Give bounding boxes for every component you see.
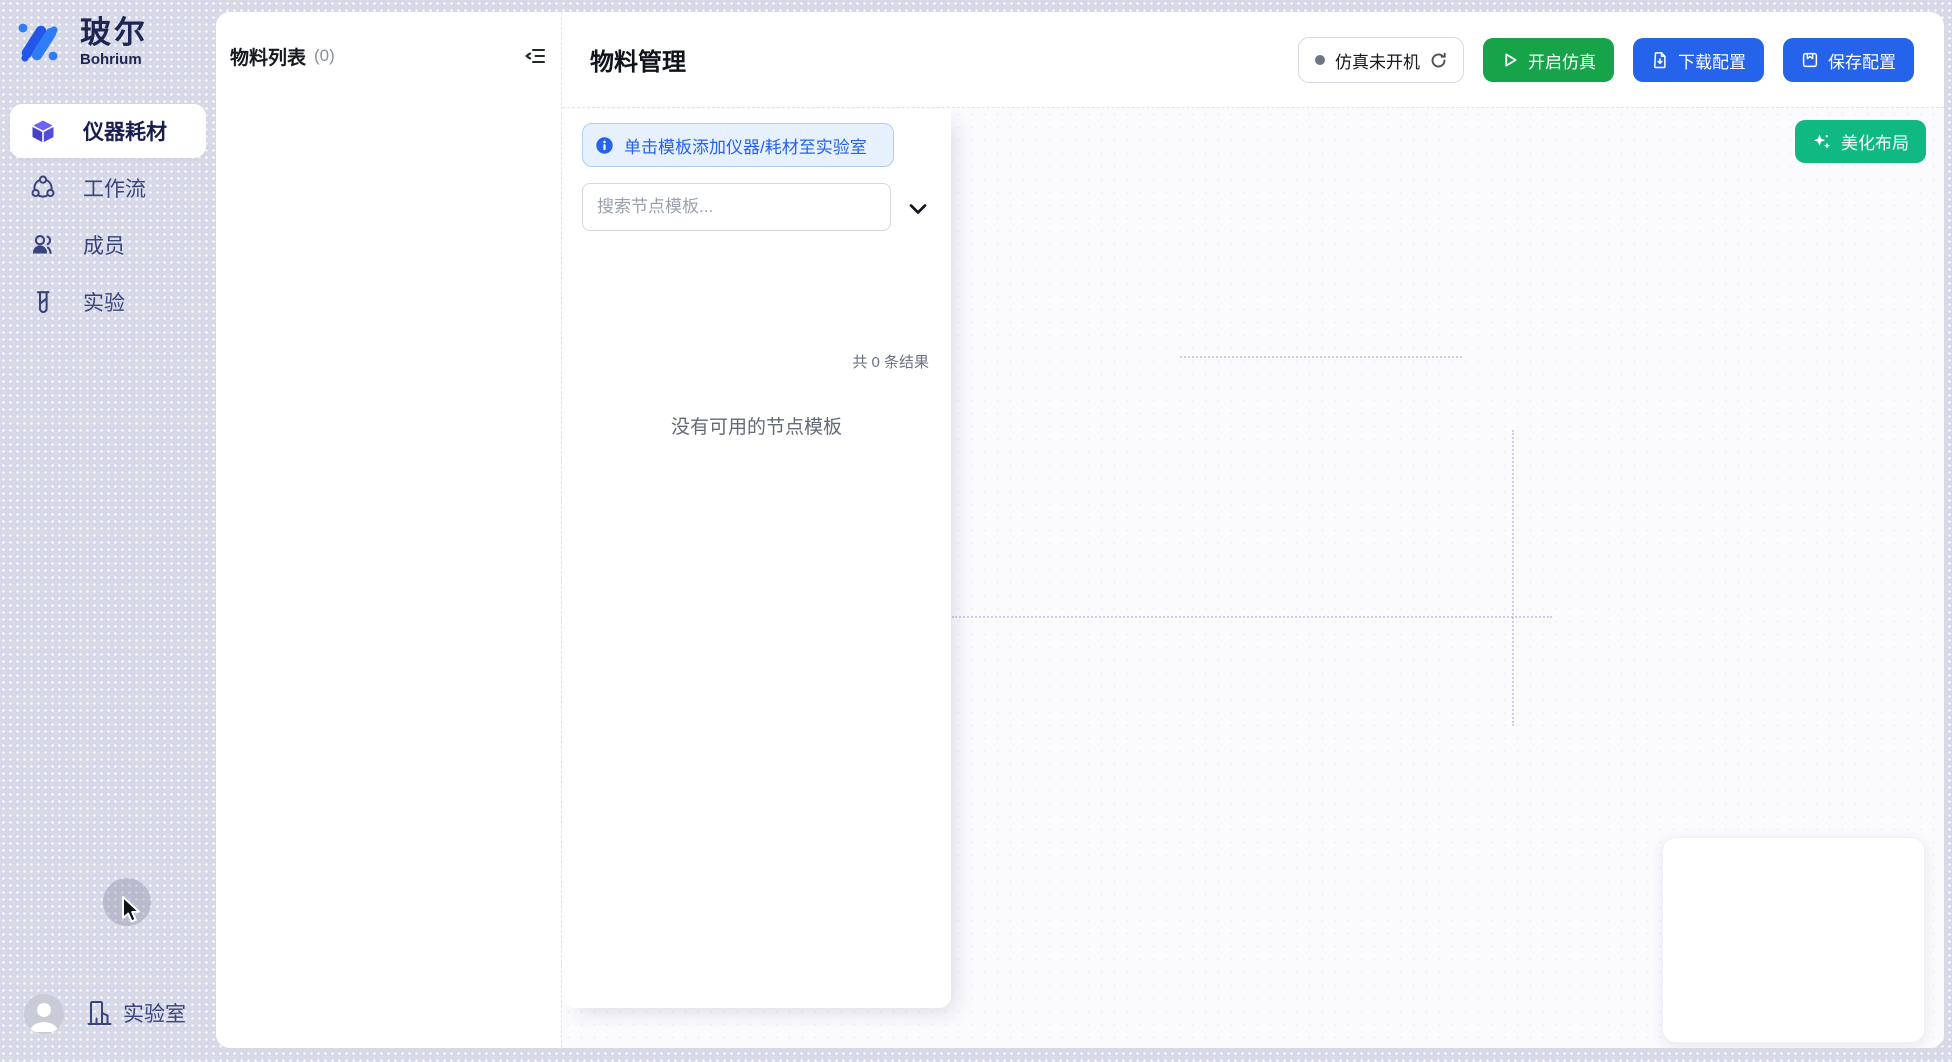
lab-label: 实验室 xyxy=(123,998,186,1028)
hint-text: 单击模板添加仪器/耗材至实验室 xyxy=(624,133,867,158)
sidebar-item-members[interactable]: 成员 xyxy=(10,221,206,269)
users-icon xyxy=(30,232,56,258)
chevron-down-icon[interactable] xyxy=(907,199,931,219)
hint-banner: 单击模板添加仪器/耗材至实验室 xyxy=(582,123,894,167)
mouse-cursor xyxy=(119,895,145,925)
sidebar-item-label: 成员 xyxy=(83,230,125,260)
canvas-minimap[interactable] xyxy=(1662,837,1925,1043)
simulation-status-text: 仿真未开机 xyxy=(1335,48,1420,73)
lab-link[interactable]: 实验室 xyxy=(86,998,186,1028)
empty-templates-text: 没有可用的节点模板 xyxy=(562,412,951,439)
canvas-guide-line xyxy=(1512,430,1514,726)
info-icon xyxy=(595,136,614,155)
template-drawer: 单击模板添加仪器/耗材至实验室 共 0 条结果 没有可用的节点模板 xyxy=(562,109,951,1008)
sidebar-item-experiments[interactable]: 实验 xyxy=(10,278,206,326)
content-sheet: 物料列表 (0) 物料管理 仿真未开机 xyxy=(216,12,1944,1048)
app-window: 玻尔 Bohrium 仪器耗材 xyxy=(0,0,1952,1062)
page-title: 物料管理 xyxy=(590,42,686,77)
sparkles-icon xyxy=(1812,132,1832,152)
save-config-button[interactable]: 保存配置 xyxy=(1783,38,1914,82)
sidebar-item-workflow[interactable]: 工作流 xyxy=(10,164,206,212)
workflow-icon xyxy=(30,175,56,201)
collapse-panel-button[interactable] xyxy=(523,44,547,68)
search-template-input[interactable] xyxy=(582,183,891,231)
bohrium-logo-icon xyxy=(14,18,62,66)
flow-canvas[interactable]: 单击模板添加仪器/耗材至实验室 共 0 条结果 没有可用的节点模板 xyxy=(562,108,1944,1048)
materials-list-count: (0) xyxy=(314,46,335,66)
start-simulation-button[interactable]: 开启仿真 xyxy=(1483,38,1614,82)
simulation-status-pill[interactable]: 仿真未开机 xyxy=(1298,37,1464,83)
refresh-icon[interactable] xyxy=(1430,52,1447,69)
beautify-layout-button[interactable]: 美化布局 xyxy=(1795,120,1926,163)
status-dot-icon xyxy=(1315,55,1325,65)
canvas-guide-line xyxy=(952,616,1552,618)
play-icon xyxy=(1501,51,1519,69)
materials-list-title: 物料列表 xyxy=(230,43,306,70)
file-download-icon xyxy=(1651,51,1669,69)
sidebar-item-label: 工作流 xyxy=(83,173,146,203)
main-header: 物料管理 仿真未开机 xyxy=(562,12,1944,108)
user-avatar[interactable] xyxy=(24,994,64,1034)
materials-list-panel: 物料列表 (0) xyxy=(216,12,562,1048)
brand-name-zh: 玻尔 xyxy=(80,16,148,50)
save-icon xyxy=(1801,51,1819,69)
sidebar: 玻尔 Bohrium 仪器耗材 xyxy=(0,0,216,1062)
sidebar-item-label: 仪器耗材 xyxy=(83,116,167,146)
brand-name-en: Bohrium xyxy=(80,51,148,68)
brand-logo: 玻尔 Bohrium xyxy=(14,16,148,68)
test-tube-icon xyxy=(30,289,56,315)
canvas-guide-line xyxy=(1180,356,1462,358)
building-icon xyxy=(86,998,113,1028)
sidebar-item-label: 实验 xyxy=(83,287,125,317)
main-area: 物料管理 仿真未开机 xyxy=(562,12,1944,1048)
results-count: 共 0 条结果 xyxy=(852,351,929,372)
cube-icon xyxy=(30,118,56,144)
sidebar-item-instruments[interactable]: 仪器耗材 xyxy=(10,104,206,158)
download-config-button[interactable]: 下载配置 xyxy=(1633,38,1764,82)
